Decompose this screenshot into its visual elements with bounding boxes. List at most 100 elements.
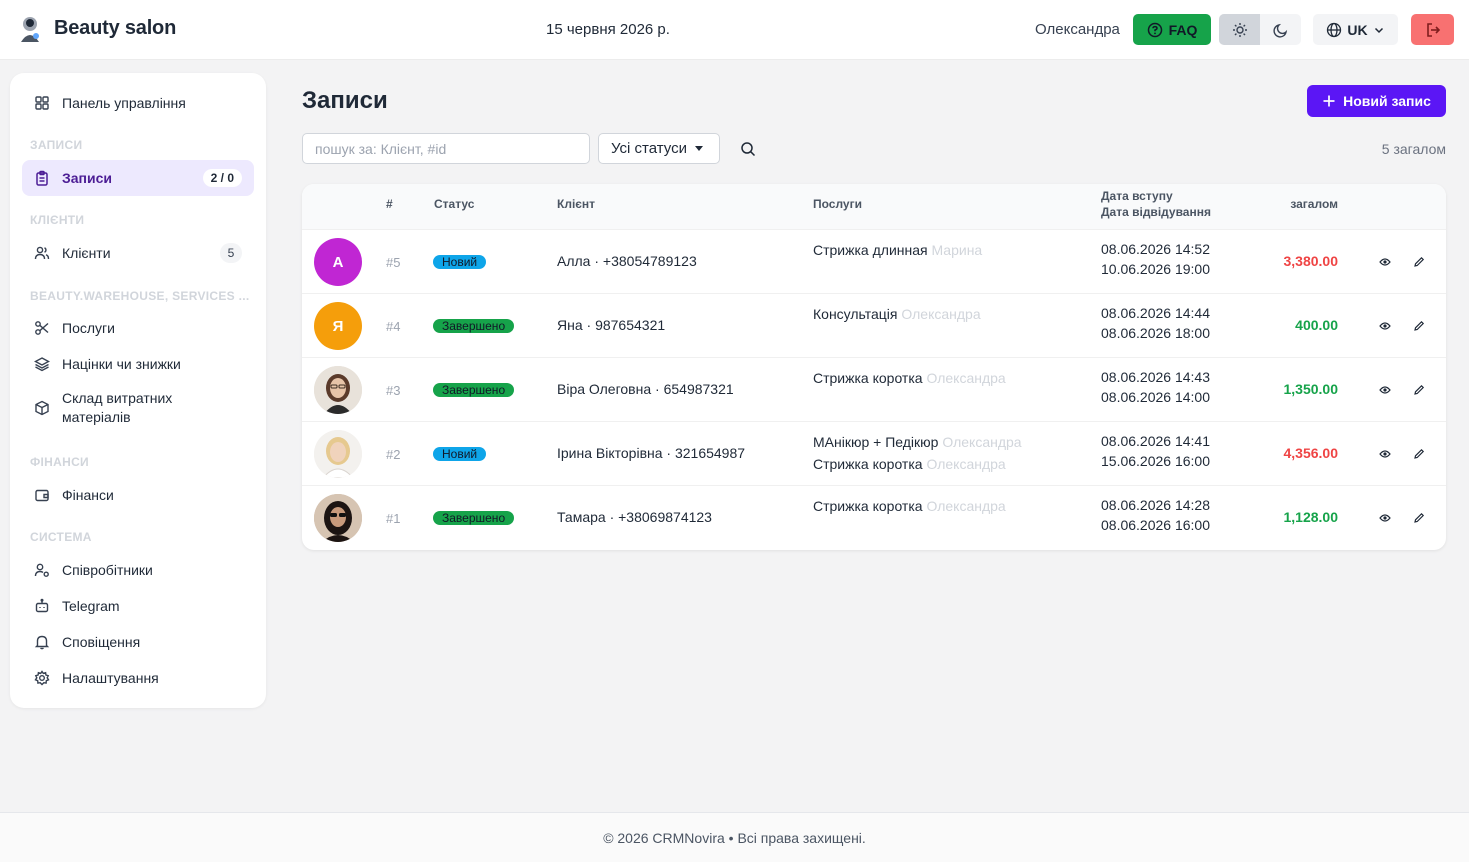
edit-button[interactable] [1412, 383, 1426, 397]
faq-button[interactable]: FAQ [1133, 14, 1211, 45]
records-table: # Статус Клієнт Послуги Дата вступу Дата… [302, 184, 1446, 550]
users-icon [34, 245, 50, 261]
clipboard-icon [34, 170, 50, 186]
status-badge: Новий [433, 447, 487, 461]
warehouse-label-line1: Склад витратних [62, 390, 173, 407]
sidebar-item-label: Співробітники [62, 562, 153, 578]
pencil-icon [1414, 256, 1425, 267]
section-label-warehouse: BEAUTY.WAREHOUSE, SERVICES ... [30, 289, 250, 303]
client-photo [314, 430, 362, 478]
help-circle-icon [1147, 22, 1162, 37]
client-info: Яна · 987654321 [557, 317, 666, 333]
amount: 3,380.00 [1283, 253, 1339, 269]
sidebar-item-label: Telegram [62, 598, 120, 614]
header-id: # [386, 197, 393, 211]
edit-button[interactable] [1412, 511, 1426, 525]
table-row[interactable]: Я #4 Завершено Яна · 987654321 Консульта… [302, 293, 1446, 357]
sidebar-item-markups[interactable]: Націнки чи знижки [22, 346, 254, 382]
user-name[interactable]: Олександра [1035, 21, 1120, 38]
scissors-icon [34, 320, 50, 336]
record-id: #1 [386, 511, 401, 526]
logout-button[interactable] [1411, 14, 1454, 45]
sidebar-item-label: Записи [62, 170, 113, 186]
service-name: Стрижка коротка [813, 456, 923, 472]
view-button[interactable] [1378, 384, 1392, 396]
view-button[interactable] [1378, 256, 1392, 268]
amount: 400.00 [1295, 317, 1338, 333]
table-row[interactable]: #2 Новий Ірина Вікторівна · 321654987 МА… [302, 421, 1446, 485]
sidebar-item-records[interactable]: Записи 2 / 0 [22, 160, 254, 196]
sidebar-item-warehouse[interactable]: Склад витратних матеріалів [22, 386, 254, 430]
header-client: Клієнт [557, 197, 596, 211]
client-info: Ірина Вікторівна · 321654987 [557, 445, 746, 461]
edit-button[interactable] [1412, 447, 1426, 461]
records-badge: 2 / 0 [202, 169, 242, 187]
service-name: Стрижка коротка [813, 370, 923, 386]
sidebar-item-telegram[interactable]: Telegram [22, 588, 254, 624]
logout-icon [1426, 22, 1440, 37]
client-info: Тамара · +38069874123 [557, 509, 712, 525]
edit-button[interactable] [1412, 319, 1426, 333]
language-selector[interactable]: UK [1313, 14, 1398, 45]
date-visit: 08.06.2026 14:00 [1101, 389, 1210, 405]
wallet-icon [34, 487, 50, 503]
service-name: МАнікюр + Педікюр [813, 434, 939, 450]
app-title: Beauty salon [54, 17, 177, 39]
dates-cell: 08.06.2026 14:52 10.06.2026 19:00 [1101, 239, 1210, 279]
section-label-clients: КЛІЄНТИ [30, 213, 85, 227]
search-button[interactable] [738, 139, 758, 159]
salon-logo-icon [21, 17, 39, 42]
theme-toggle [1219, 14, 1301, 45]
sidebar-item-employees[interactable]: Співробітники [22, 552, 254, 588]
date-visit: 15.06.2026 16:00 [1101, 453, 1210, 469]
light-theme-button[interactable] [1219, 14, 1260, 45]
caret-down-icon [695, 146, 703, 151]
edit-button[interactable] [1412, 255, 1426, 269]
sidebar-item-clients[interactable]: Клієнти 5 [22, 235, 254, 271]
pencil-icon [1414, 448, 1425, 459]
dates-cell: 08.06.2026 14:41 15.06.2026 16:00 [1101, 431, 1210, 471]
dashboard-icon [34, 95, 50, 111]
sidebar-item-label: Послуги [62, 320, 115, 336]
status-badge: Завершено [433, 383, 515, 397]
sidebar-item-dashboard[interactable]: Панель управління [22, 85, 254, 121]
new-record-button[interactable]: Новий запис [1307, 85, 1446, 117]
avatar [314, 366, 362, 414]
header-date-entry: Дата вступу [1101, 189, 1173, 203]
bell-icon [34, 634, 50, 650]
sidebar-item-services[interactable]: Послуги [22, 310, 254, 346]
table-row[interactable]: #1 Завершено Тамара · +38069874123 Стриж… [302, 485, 1446, 549]
status-badge: Новий [433, 255, 487, 269]
search-input[interactable] [302, 133, 590, 164]
table-row[interactable]: #3 Завершено Віра Олеговна · 654987321 С… [302, 357, 1446, 421]
dark-theme-button[interactable] [1260, 14, 1301, 45]
sidebar-item-notifications[interactable]: Сповіщення [22, 624, 254, 660]
date-entry: 08.06.2026 14:41 [1101, 433, 1210, 449]
view-button[interactable] [1378, 512, 1392, 524]
header-services: Послуги [813, 197, 862, 211]
status-filter-value: Усі статуси [611, 140, 687, 157]
sidebar-item-finance[interactable]: Фінанси [22, 477, 254, 513]
view-button[interactable] [1378, 448, 1392, 460]
master-name: Олександра [942, 434, 1022, 450]
record-id: #3 [386, 383, 401, 398]
section-label-finance: ФІНАНСИ [30, 455, 89, 469]
sidebar-item-settings[interactable]: Налаштування [22, 660, 254, 696]
table-row[interactable]: А #5 Новий Алла · +38054789123 Стрижка д… [302, 229, 1446, 293]
footer-copyright: © 2026 CRMNovira • Всі права захищені. [603, 829, 866, 846]
master-name: Марина [931, 242, 983, 258]
avatar [314, 494, 362, 542]
view-button[interactable] [1378, 320, 1392, 332]
status-filter-select[interactable]: Усі статуси [598, 133, 720, 164]
master-name: Олександра [926, 456, 1006, 472]
eye-icon [1379, 514, 1391, 522]
eye-icon [1379, 258, 1391, 266]
section-label-system: СИСТЕМА [30, 530, 92, 544]
service-name: Консультація [813, 306, 898, 322]
status-badge: Завершено [433, 319, 515, 333]
bot-icon [34, 598, 50, 614]
client-photo [314, 494, 362, 542]
header-status: Статус [434, 197, 475, 211]
dates-cell: 08.06.2026 14:43 08.06.2026 14:00 [1101, 367, 1210, 407]
master-name: Олександра [926, 370, 1006, 386]
